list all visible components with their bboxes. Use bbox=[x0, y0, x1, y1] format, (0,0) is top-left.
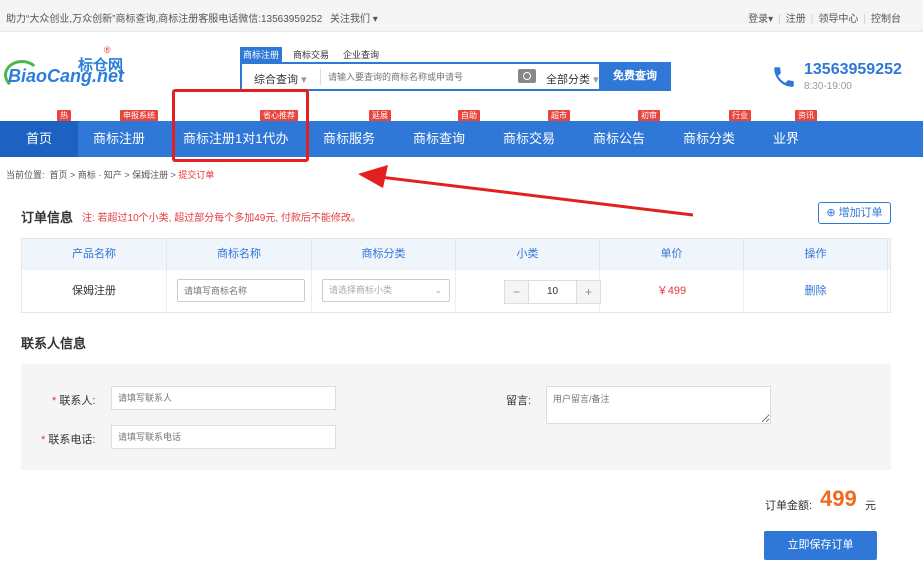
order-note: 注: 若超过10个小类, 超过部分每个多加49元, 付款后不能修改。 bbox=[82, 213, 361, 224]
contact-name-label-text: 联系人: bbox=[59, 395, 96, 407]
chevron-down-icon: ▾ bbox=[768, 14, 774, 25]
top-right-links: 登录▾ | 注册 | 领导中心 | 控制台 bbox=[748, 10, 901, 25]
main-nav: 首页 商标注册 商标注册1对1代办 商标服务 商标查询 商标交易 商标公告 商标… bbox=[0, 121, 923, 157]
add-order-label: 增加订单 bbox=[838, 207, 883, 219]
delete-link[interactable]: 删除 bbox=[744, 270, 888, 312]
trademark-class-select[interactable]: 请选择商标小类 ⌄ bbox=[322, 279, 450, 302]
slogan-text: 助力“大众创业,万众创新”商标查询,商标注册客服电话微信:13563959252 bbox=[6, 14, 323, 25]
quantity-stepper: − 10 + bbox=[504, 280, 601, 304]
contact-name-input[interactable] bbox=[111, 386, 336, 410]
follow-us-label: 关注我们 bbox=[330, 14, 370, 25]
decrement-button[interactable]: − bbox=[505, 281, 529, 303]
search-input[interactable] bbox=[328, 64, 514, 89]
trademark-name-input[interactable] bbox=[177, 279, 305, 302]
hotline-hours: 8:30-19:00 bbox=[804, 81, 852, 92]
search-tabs: 商标注册 商标交易 企业查询 bbox=[240, 47, 390, 62]
annotation-highlight-box bbox=[172, 89, 309, 162]
register-link[interactable]: 注册 bbox=[786, 14, 806, 25]
hotline-number: 13563959252 bbox=[804, 61, 902, 78]
contact-panel: * 联系人: * 联系电话: 留言: bbox=[21, 364, 891, 470]
search-tab-trade[interactable]: 商标交易 bbox=[290, 47, 332, 62]
quantity-value[interactable]: 10 bbox=[529, 281, 576, 303]
breadcrumb: 当前位置: 首页 > 商标 · 知产 > 保姆注册 > 提交订单 bbox=[6, 170, 215, 180]
nav-item-query[interactable]: 商标查询 bbox=[413, 121, 465, 157]
column-class: 商标分类 bbox=[312, 239, 456, 270]
remark-textarea[interactable] bbox=[546, 386, 771, 424]
nav-item-register[interactable]: 商标注册 bbox=[93, 121, 145, 157]
divider: | bbox=[863, 14, 866, 25]
search-category-label: 综合查询 bbox=[254, 74, 298, 86]
console-link[interactable]: 控制台 bbox=[871, 14, 901, 25]
breadcrumb-nanny[interactable]: 保姆注册 bbox=[132, 170, 168, 180]
breadcrumb-prefix: 当前位置: bbox=[6, 170, 45, 180]
search-button[interactable]: 免费查询 bbox=[599, 62, 671, 91]
divider bbox=[320, 69, 321, 85]
chevron-down-icon: ▾ bbox=[372, 14, 378, 25]
column-action: 操作 bbox=[744, 239, 888, 270]
increment-button[interactable]: + bbox=[576, 281, 600, 303]
table-header: 产品名称 商标名称 商标分类 小类 单价 操作 bbox=[22, 239, 890, 270]
add-order-button[interactable]: ⊕ 增加订单 bbox=[818, 202, 891, 224]
class-select-placeholder: 请选择商标小类 bbox=[329, 285, 393, 295]
nav-item-industry[interactable]: 业界 bbox=[773, 121, 799, 157]
total-label: 订单金额: bbox=[765, 500, 813, 512]
site-logo[interactable]: ® 标仓网 BiaoCang.net bbox=[4, 45, 133, 96]
contact-phone-input[interactable] bbox=[111, 425, 336, 449]
search-tab-company[interactable]: 企业查询 bbox=[340, 47, 382, 62]
login-label: 登录 bbox=[748, 14, 769, 25]
chevron-down-icon: ⌄ bbox=[434, 285, 442, 295]
contact-name-label: * 联系人: bbox=[52, 392, 95, 408]
nav-item-service[interactable]: 商标服务 bbox=[323, 121, 375, 157]
breadcrumb-current: 提交订单 bbox=[178, 170, 215, 180]
search-category-select[interactable]: 综合查询 ▾ bbox=[254, 71, 307, 87]
column-subclass: 小类 bbox=[456, 239, 600, 270]
contact-phone-label-text: 联系电话: bbox=[48, 434, 96, 446]
annotation-arrow-icon bbox=[358, 165, 694, 217]
search-box: 综合查询 ▾ 全部分类 ▾ 免费查询 bbox=[240, 62, 671, 91]
total-unit: 元 bbox=[865, 500, 876, 512]
login-link[interactable]: 登录▾ bbox=[748, 14, 773, 25]
phone-icon bbox=[774, 67, 794, 87]
breadcrumb-home[interactable]: 首页 bbox=[50, 170, 68, 180]
contact-phone-label: * 联系电话: bbox=[41, 431, 95, 447]
contact-section-title: 联系人信息 bbox=[21, 336, 87, 351]
cell-price: ￥499 bbox=[600, 270, 744, 312]
order-table: 产品名称 商标名称 商标分类 小类 单价 操作 保姆注册 ￥499 删除 请选择… bbox=[21, 238, 891, 313]
order-section-title: 订单信息 bbox=[21, 210, 74, 225]
search-scope-label: 全部分类 bbox=[546, 74, 590, 86]
save-order-button[interactable]: 立即保存订单 bbox=[764, 531, 877, 560]
chevron-down-icon: ▾ bbox=[593, 74, 599, 86]
cell-product: 保姆注册 bbox=[22, 270, 167, 312]
column-name: 商标名称 bbox=[167, 239, 312, 270]
column-product: 产品名称 bbox=[22, 239, 167, 270]
search-tab-register[interactable]: 商标注册 bbox=[240, 47, 283, 62]
nav-item-notice[interactable]: 商标公告 bbox=[593, 121, 645, 157]
follow-us-link[interactable]: 关注我们 ▾ bbox=[330, 10, 378, 25]
search-scope-select[interactable]: 全部分类 ▾ bbox=[546, 71, 599, 87]
remark-label: 留言: bbox=[506, 395, 532, 407]
divider: | bbox=[778, 14, 781, 25]
chevron-down-icon: ▾ bbox=[301, 74, 307, 86]
camera-icon[interactable] bbox=[518, 69, 536, 83]
total-amount: 499 bbox=[820, 486, 857, 511]
plus-circle-icon: ⊕ bbox=[826, 207, 836, 219]
top-bar: 助力“大众创业,万众创新”商标查询,商标注册客服电话微信:13563959252… bbox=[0, 0, 923, 32]
nav-item-trade[interactable]: 商标交易 bbox=[503, 121, 555, 157]
breadcrumb-ip[interactable]: 商标 · 知产 bbox=[78, 170, 122, 180]
lead-center-link[interactable]: 领导中心 bbox=[818, 14, 858, 25]
nav-item-class[interactable]: 商标分类 bbox=[683, 121, 735, 157]
divider: | bbox=[810, 14, 814, 25]
column-price: 单价 bbox=[600, 239, 744, 270]
logo-en-text: BiaoCang.net bbox=[8, 66, 125, 86]
nav-item-home[interactable]: 首页 bbox=[0, 121, 78, 157]
